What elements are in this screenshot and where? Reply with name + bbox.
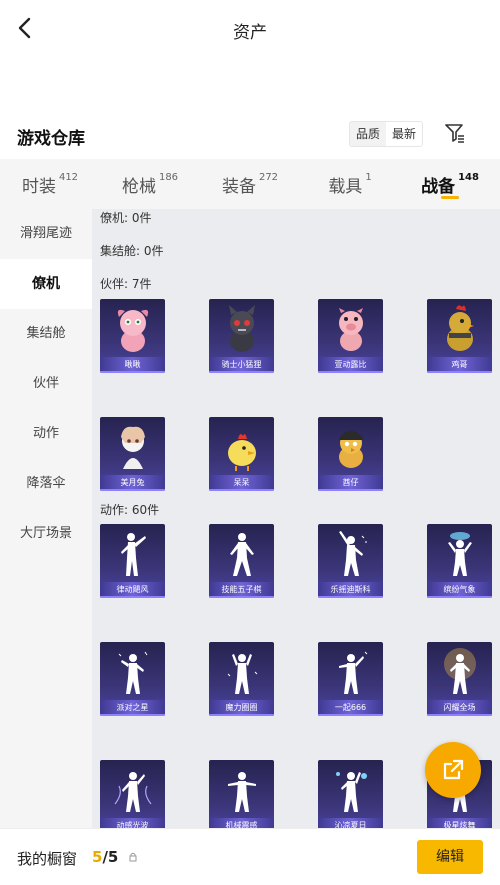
- warehouse-title: 游戏仓库: [17, 129, 85, 149]
- sidebar-item-wingman[interactable]: 僚机: [0, 259, 92, 309]
- partner-figure-icon: [100, 299, 165, 359]
- dancer-figure-icon: [209, 524, 274, 584]
- action-card[interactable]: 律动飓风: [100, 524, 165, 598]
- sidebar: 滑翔尾迹 僚机 集结舱 伙伴 动作 降落伞 大厅场景: [0, 209, 92, 885]
- action-card[interactable]: 派对之星: [100, 642, 165, 716]
- dancer-figure-icon: [427, 524, 492, 584]
- active-tab-underline: [441, 196, 459, 199]
- action-card[interactable]: 动感光波: [100, 760, 165, 834]
- filter-icon[interactable]: [444, 122, 466, 144]
- share-button[interactable]: [425, 742, 481, 798]
- lock-icon: [129, 852, 137, 862]
- partner-card[interactable]: 啾啾: [100, 299, 165, 373]
- action-card[interactable]: 缤纷气象: [427, 524, 492, 598]
- dancer-figure-icon: [209, 760, 274, 820]
- partner-card[interactable]: 呆呆: [209, 417, 274, 491]
- sidebar-item-partner[interactable]: 伙伴: [0, 359, 92, 409]
- tab-firearms[interactable]: 枪械 186: [100, 159, 200, 209]
- partner-card[interactable]: 鸡哥: [427, 299, 492, 373]
- sidebar-item-action[interactable]: 动作: [0, 409, 92, 459]
- dancer-figure-icon: [318, 642, 383, 702]
- dancer-figure-icon: [100, 642, 165, 702]
- asset-page: 资产 游戏仓库 品质 最新 时装 412 枪械 186 装备 272 载具 1 战备 14…: [0, 0, 500, 885]
- partner-figure-icon: [318, 299, 383, 359]
- partner-card[interactable]: 萱动露比: [318, 299, 383, 373]
- action-card[interactable]: 闪耀全场: [427, 642, 492, 716]
- action-card[interactable]: 技能五子棋: [209, 524, 274, 598]
- tab-equipment[interactable]: 装备 272: [200, 159, 300, 209]
- share-icon: [443, 759, 464, 780]
- dancer-figure-icon: [318, 524, 383, 584]
- action-card[interactable]: 机械震感: [209, 760, 274, 834]
- showcase-count: 5/5: [92, 848, 119, 866]
- action-card[interactable]: 乐摇迪斯科: [318, 524, 383, 598]
- action-card[interactable]: 一起666: [318, 642, 383, 716]
- partner-figure-icon: [209, 417, 274, 477]
- showcase-bar: 我的橱窗 5/5 编辑: [0, 828, 500, 885]
- partner-card[interactable]: 骑士小猛狸: [209, 299, 274, 373]
- sort-quality-button[interactable]: 品质: [350, 122, 386, 146]
- tab-vehicle[interactable]: 载具 1: [300, 159, 400, 209]
- sidebar-item-lobby-scene[interactable]: 大厅场景: [0, 509, 92, 559]
- dancer-figure-icon: [318, 760, 383, 820]
- page-title: 资产: [233, 23, 267, 43]
- section-action-label: 动作: 60件: [100, 503, 160, 517]
- dancer-figure-icon: [100, 524, 165, 584]
- dancer-figure-icon: [100, 760, 165, 820]
- category-tabs: 时装 412 枪械 186 装备 272 载具 1 战备 148: [0, 159, 500, 209]
- edit-button[interactable]: 编辑: [417, 840, 483, 874]
- partner-card[interactable]: 美月兔: [100, 417, 165, 491]
- top-bar: 资产: [0, 0, 500, 60]
- partner-figure-icon: [318, 417, 383, 477]
- sort-toggle: 品质 最新: [349, 121, 424, 147]
- section-partner-label: 伙伴: 7件: [100, 277, 152, 291]
- partner-figure-icon: [427, 299, 492, 359]
- sort-latest-button[interactable]: 最新: [386, 122, 423, 146]
- sidebar-item-parachute[interactable]: 降落伞: [0, 459, 92, 509]
- partner-figure-icon: [100, 417, 165, 477]
- action-card[interactable]: 沁凉夏日: [318, 760, 383, 834]
- sidebar-item-glide-trail[interactable]: 滑翔尾迹: [0, 209, 92, 259]
- partner-card[interactable]: 酋仔: [318, 417, 383, 491]
- tab-combat-gear[interactable]: 战备 148: [400, 159, 500, 209]
- sidebar-item-pod[interactable]: 集结舱: [0, 309, 92, 359]
- dancer-figure-icon: [209, 642, 274, 702]
- action-card[interactable]: 魔力圈圈: [209, 642, 274, 716]
- tab-fashion[interactable]: 时装 412: [0, 159, 100, 209]
- partner-figure-icon: [209, 299, 274, 359]
- showcase-label: 我的橱窗: [17, 850, 78, 868]
- section-wingman-label: 僚机: 0件: [100, 211, 152, 225]
- section-pod-label: 集结舱: 0件: [100, 244, 164, 258]
- dancer-figure-icon: [427, 642, 492, 702]
